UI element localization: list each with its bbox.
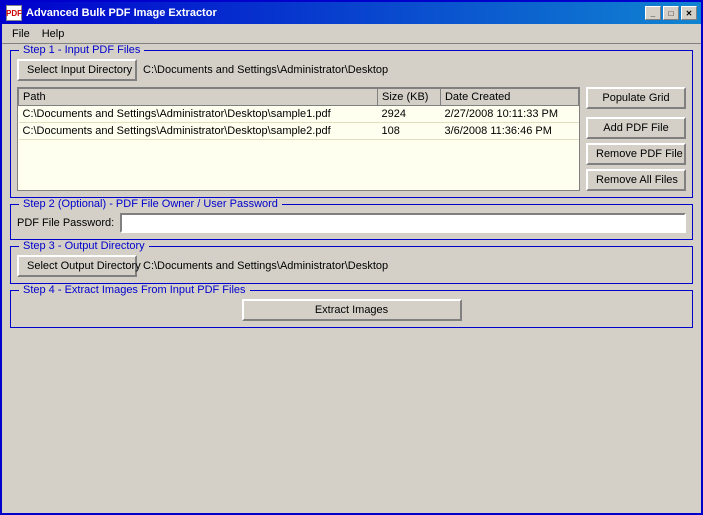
right-buttons-panel: Populate Grid Add PDF File Remove PDF Fi… — [586, 87, 686, 191]
app-icon: PDF — [6, 5, 22, 21]
step4-row: Extract Images — [17, 299, 686, 321]
window-controls: _ □ ✕ — [645, 6, 697, 20]
main-content: Step 1 - Input PDF Files Select Input Di… — [2, 44, 701, 513]
step3-row: Select Output Directory C:\Documents and… — [17, 255, 686, 277]
password-input[interactable] — [120, 213, 686, 233]
maximize-button[interactable]: □ — [663, 6, 679, 20]
window-title: Advanced Bulk PDF Image Extractor — [26, 7, 645, 19]
cell-size: 108 — [377, 123, 440, 140]
menu-help[interactable]: Help — [36, 26, 71, 42]
cell-path: C:\Documents and Settings\Administrator\… — [19, 123, 378, 140]
output-directory-path: C:\Documents and Settings\Administrator\… — [143, 260, 388, 272]
col-size: Size (KB) — [377, 89, 440, 106]
step3-section: Step 3 - Output Directory Select Output … — [10, 246, 693, 284]
file-table: Path Size (KB) Date Created C:\Documents… — [18, 88, 579, 140]
remove-all-files-button[interactable]: Remove All Files — [586, 169, 686, 191]
menu-bar: File Help — [2, 24, 701, 44]
add-pdf-button[interactable]: Add PDF File — [586, 117, 686, 139]
step3-legend: Step 3 - Output Directory — [19, 240, 149, 252]
extract-images-button[interactable]: Extract Images — [242, 299, 462, 321]
populate-grid-button[interactable]: Populate Grid — [586, 87, 686, 109]
remove-pdf-button[interactable]: Remove PDF File — [586, 143, 686, 165]
col-path: Path — [19, 89, 378, 106]
step1-section: Step 1 - Input PDF Files Select Input Di… — [10, 50, 693, 198]
cell-size: 2924 — [377, 106, 440, 123]
cell-path: C:\Documents and Settings\Administrator\… — [19, 106, 378, 123]
step1-body: Path Size (KB) Date Created C:\Documents… — [17, 87, 686, 191]
minimize-button[interactable]: _ — [645, 6, 661, 20]
cell-date: 2/27/2008 10:11:33 PM — [440, 106, 578, 123]
file-table-container: Path Size (KB) Date Created C:\Documents… — [17, 87, 580, 191]
title-bar: PDF Advanced Bulk PDF Image Extractor _ … — [2, 2, 701, 24]
input-directory-path: C:\Documents and Settings\Administrator\… — [143, 64, 388, 76]
table-row[interactable]: C:\Documents and Settings\Administrator\… — [19, 123, 579, 140]
password-label: PDF File Password: — [17, 217, 114, 229]
select-output-directory-button[interactable]: Select Output Directory — [17, 255, 137, 277]
cell-date: 3/6/2008 11:36:46 PM — [440, 123, 578, 140]
main-window: PDF Advanced Bulk PDF Image Extractor _ … — [0, 0, 703, 515]
close-button[interactable]: ✕ — [681, 6, 697, 20]
col-date: Date Created — [440, 89, 578, 106]
select-input-directory-button[interactable]: Select Input Directory — [17, 59, 137, 81]
step2-section: Step 2 (Optional) - PDF File Owner / Use… — [10, 204, 693, 240]
step4-legend: Step 4 - Extract Images From Input PDF F… — [19, 284, 250, 296]
menu-file[interactable]: File — [6, 26, 36, 42]
step2-legend: Step 2 (Optional) - PDF File Owner / Use… — [19, 198, 282, 210]
file-table-body: C:\Documents and Settings\Administrator\… — [19, 106, 579, 140]
step2-row: PDF File Password: — [17, 213, 686, 233]
table-header-row: Path Size (KB) Date Created — [19, 89, 579, 106]
step1-top-row: Select Input Directory C:\Documents and … — [17, 59, 686, 81]
step4-section: Step 4 - Extract Images From Input PDF F… — [10, 290, 693, 328]
table-row[interactable]: C:\Documents and Settings\Administrator\… — [19, 106, 579, 123]
step1-legend: Step 1 - Input PDF Files — [19, 44, 144, 56]
